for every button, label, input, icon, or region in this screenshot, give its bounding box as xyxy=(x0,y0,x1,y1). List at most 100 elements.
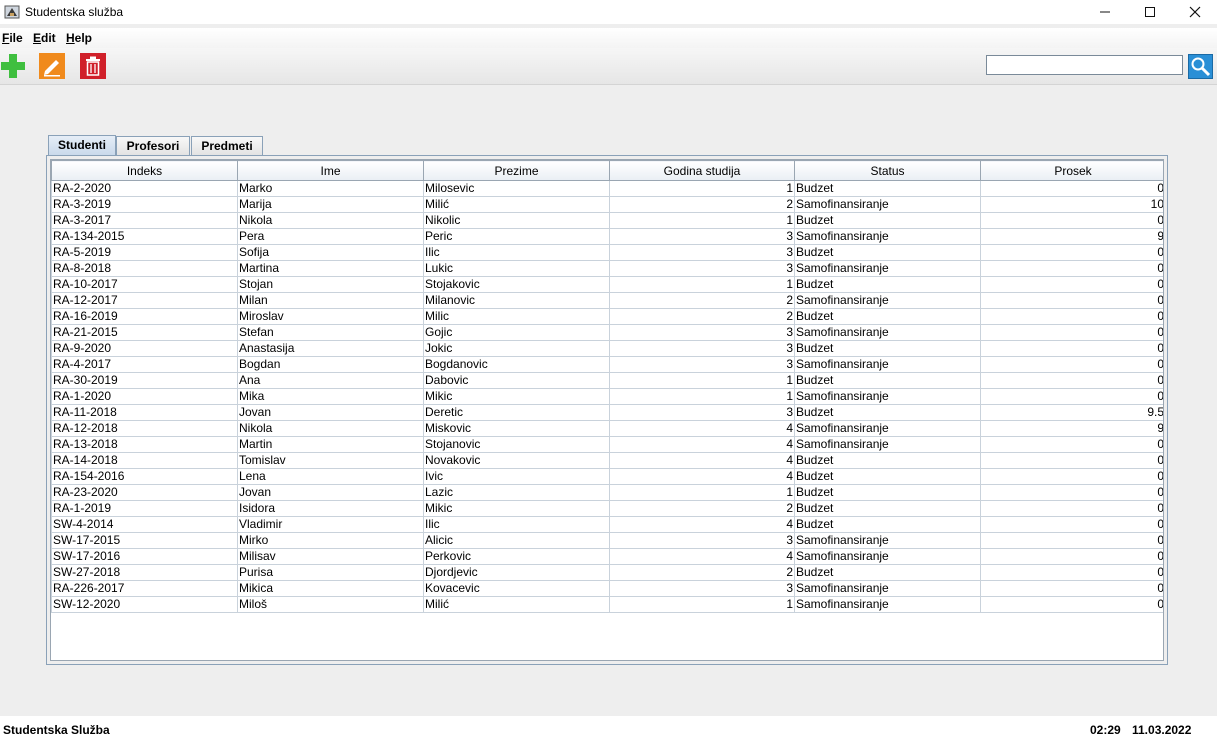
table-header-row: Indeks Ime Prezime Godina studija Status… xyxy=(51,160,1163,181)
header-godina-studija[interactable]: Godina studija xyxy=(609,160,795,181)
table-row[interactable]: RA-30-2019 Ana Dabovic 1 Budzet 0 xyxy=(51,372,1163,389)
minimize-button[interactable] xyxy=(1082,0,1127,24)
cell-ime: Mirko xyxy=(237,532,424,549)
cell-prosek: 0 xyxy=(980,324,1163,341)
table-row[interactable]: RA-16-2019 Miroslav Milic 2 Budzet 0 xyxy=(51,308,1163,325)
cell-godina: 1 xyxy=(609,180,795,197)
cell-prosek: 10 xyxy=(980,196,1163,213)
cell-ime: Nikola xyxy=(237,212,424,229)
table-row[interactable]: RA-12-2017 Milan Milanovic 2 Samofinansiranj… xyxy=(51,292,1163,309)
cell-ime: Marko xyxy=(237,180,424,197)
cell-indeks: RA-1-2020 xyxy=(51,388,238,405)
table-row[interactable]: RA-9-2020 Anastasija Jokic 3 Budzet 0 xyxy=(51,340,1163,357)
cell-indeks: RA-11-2018 xyxy=(51,404,238,421)
search-button[interactable] xyxy=(1188,54,1213,79)
cell-indeks: SW-4-2014 xyxy=(51,516,238,533)
cell-prosek: 0 xyxy=(980,580,1163,597)
cell-indeks: RA-12-2017 xyxy=(51,292,238,309)
cell-prosek: 0 xyxy=(980,500,1163,517)
header-status[interactable]: Status xyxy=(794,160,981,181)
table-row[interactable]: RA-14-2018 Tomislav Novakovic 4 Budzet 0 xyxy=(51,452,1163,469)
table-row[interactable]: RA-8-2018 Martina Lukic 3 Samofinansiranje 0 xyxy=(51,260,1163,277)
cell-indeks: RA-10-2017 xyxy=(51,276,238,293)
cell-prezime: Milanovic xyxy=(423,292,610,309)
cell-prezime: Ivic xyxy=(423,468,610,485)
tab-predmeti[interactable]: Predmeti xyxy=(191,136,263,155)
cell-ime: Stojan xyxy=(237,276,424,293)
cell-ime: Martin xyxy=(237,436,424,453)
search-input[interactable] xyxy=(986,55,1183,75)
cell-prezime: Lazic xyxy=(423,484,610,501)
cell-godina: 1 xyxy=(609,276,795,293)
status-date: 11.03.2022 xyxy=(1132,723,1192,737)
cell-prosek: 0 xyxy=(980,516,1163,533)
cell-indeks: RA-13-2018 xyxy=(51,436,238,453)
table-row[interactable]: RA-2-2020 Marko Milosevic 1 Budzet 0 xyxy=(51,180,1163,197)
close-button[interactable] xyxy=(1172,0,1217,24)
table-row[interactable]: RA-13-2018 Martin Stojanovic 4 Samofinansira… xyxy=(51,436,1163,453)
cell-prezime: Jokic xyxy=(423,340,610,357)
cell-status: Budzet xyxy=(794,180,981,197)
table-row[interactable]: SW-27-2018 Purisa Djordjevic 2 Budzet 0 xyxy=(51,564,1163,581)
cell-prosek: 0 xyxy=(980,532,1163,549)
table-row[interactable]: SW-17-2015 Mirko Alicic 3 Samofinansiranje 0 xyxy=(51,532,1163,549)
table-row[interactable]: RA-226-2017 Mikica Kovacevic 3 Samofinansira… xyxy=(51,580,1163,597)
cell-ime: Mika xyxy=(237,388,424,405)
table-row[interactable]: RA-4-2017 Bogdan Bogdanovic 3 Samofinansiran… xyxy=(51,356,1163,373)
cell-prosek: 0 xyxy=(980,596,1163,613)
add-button[interactable] xyxy=(0,53,26,79)
table-row[interactable]: RA-1-2019 Isidora Mikic 2 Budzet 0 xyxy=(51,500,1163,517)
cell-godina: 1 xyxy=(609,212,795,229)
cell-ime: Nikola xyxy=(237,420,424,437)
cell-ime: Ana xyxy=(237,372,424,389)
menu-file[interactable]: File xyxy=(2,31,23,45)
menu-edit[interactable]: Edit xyxy=(33,31,56,45)
cell-godina: 3 xyxy=(609,404,795,421)
header-indeks[interactable]: Indeks xyxy=(51,160,238,181)
cell-status: Samofinansiranje xyxy=(794,292,981,309)
cell-indeks: RA-30-2019 xyxy=(51,372,238,389)
table-row[interactable]: RA-21-2015 Stefan Gojic 3 Samofinansiranje 0 xyxy=(51,324,1163,341)
cell-status: Samofinansiranje xyxy=(794,228,981,245)
header-prosek[interactable]: Prosek xyxy=(980,160,1163,181)
header-ime[interactable]: Ime xyxy=(237,160,424,181)
cell-indeks: RA-9-2020 xyxy=(51,340,238,357)
cell-status: Budzet xyxy=(794,276,981,293)
menu-help[interactable]: Help xyxy=(66,31,92,45)
table-scroll-pane[interactable]: Indeks Ime Prezime Godina studija Status… xyxy=(50,159,1164,661)
table-row[interactable]: RA-23-2020 Jovan Lazic 1 Budzet 0 xyxy=(51,484,1163,501)
table-row[interactable]: SW-17-2016 Milisav Perkovic 4 Samofinansiran… xyxy=(51,548,1163,565)
cell-prosek: 0 xyxy=(980,436,1163,453)
table-row[interactable]: RA-11-2018 Jovan Deretic 3 Budzet 9.5 xyxy=(51,404,1163,421)
status-app-name: Studentska Služba xyxy=(3,723,110,737)
header-prezime[interactable]: Prezime xyxy=(423,160,610,181)
table-row[interactable]: RA-1-2020 Mika Mikic 1 Samofinansiranje 0 xyxy=(51,388,1163,405)
cell-godina: 1 xyxy=(609,484,795,501)
cell-ime: Stefan xyxy=(237,324,424,341)
minimize-icon xyxy=(1099,11,1110,13)
table-row[interactable]: RA-134-2015 Pera Peric 3 Samofinansiranje 9 xyxy=(51,228,1163,245)
edit-button[interactable] xyxy=(39,53,65,79)
cell-prezime: Nikolic xyxy=(423,212,610,229)
cell-godina: 3 xyxy=(609,324,795,341)
maximize-button[interactable] xyxy=(1127,0,1172,24)
cell-indeks: RA-8-2018 xyxy=(51,260,238,277)
table-row[interactable]: SW-12-2020 Miloš Milić 1 Samofinansiranje 0 xyxy=(51,596,1163,613)
cell-status: Budzet xyxy=(794,308,981,325)
table-row[interactable]: RA-5-2019 Sofija Ilic 3 Budzet 0 xyxy=(51,244,1163,261)
tab-studenti[interactable]: Studenti xyxy=(48,135,116,156)
delete-button[interactable] xyxy=(80,53,106,79)
table-row[interactable]: SW-4-2014 Vladimir Ilic 4 Budzet 0 xyxy=(51,516,1163,533)
table-row[interactable]: RA-3-2017 Nikola Nikolic 1 Budzet 0 xyxy=(51,212,1163,229)
tab-profesori[interactable]: Profesori xyxy=(116,136,190,155)
table-row[interactable]: RA-154-2016 Lena Ivic 4 Budzet 0 xyxy=(51,468,1163,485)
cell-prosek: 9 xyxy=(980,228,1163,245)
table-row[interactable]: RA-10-2017 Stojan Stojakovic 1 Budzet 0 xyxy=(51,276,1163,293)
table-row[interactable]: RA-12-2018 Nikola Miskovic 4 Samofinansiranj… xyxy=(51,420,1163,437)
cell-prosek: 0 xyxy=(980,564,1163,581)
cell-ime: Anastasija xyxy=(237,340,424,357)
trash-icon xyxy=(80,53,106,79)
cell-status: Samofinansiranje xyxy=(794,548,981,565)
table-row[interactable]: RA-3-2019 Marija Milić 2 Samofinansiranje 10 xyxy=(51,196,1163,213)
cell-status: Budzet xyxy=(794,340,981,357)
